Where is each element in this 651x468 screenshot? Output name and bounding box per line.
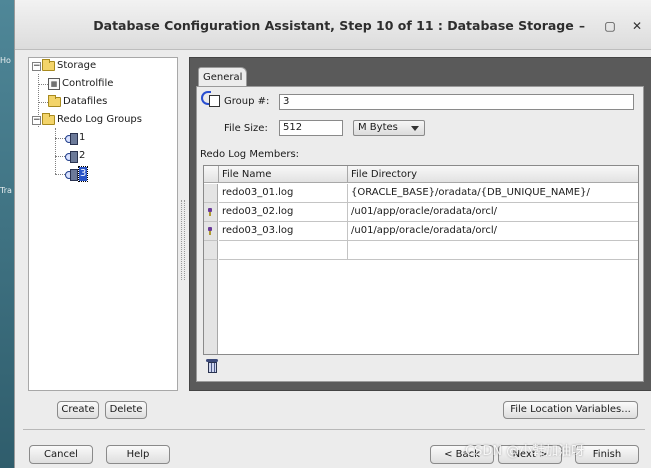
file-location-variables-button[interactable]: File Location Variables...: [503, 401, 638, 419]
column-header-file-directory[interactable]: File Directory: [348, 166, 638, 183]
desktop-label-trash: Tra: [0, 186, 12, 195]
tree-connector: [55, 138, 65, 139]
collapse-icon[interactable]: −: [32, 61, 41, 71]
tree-node-label: Storage: [57, 60, 97, 71]
chevron-down-icon: [411, 126, 419, 131]
pin-icon: [207, 208, 213, 216]
table-cell-file-name[interactable]: redo03_01.log: [219, 184, 348, 203]
chevron-left-icon: <: [444, 449, 456, 460]
desktop-label-home: Ho: [0, 56, 11, 65]
tree-node-label: Redo Log Groups: [57, 114, 142, 125]
row-header-column: [204, 260, 218, 354]
tree-connector: [55, 156, 65, 157]
file-size-field[interactable]: 512: [279, 120, 343, 136]
desktop-background: Ho Tra: [0, 0, 14, 468]
panel-splitter[interactable]: [181, 200, 185, 280]
dbca-window: Database Configuration Assistant, Step 1…: [14, 0, 651, 468]
storage-tree: − Storage ▦ Controlfile Datafiles − Redo…: [28, 57, 178, 391]
title-bar[interactable]: Database Configuration Assistant, Step 1…: [15, 0, 651, 50]
collapse-icon[interactable]: −: [32, 115, 41, 125]
table-cell-file-name[interactable]: redo03_03.log: [219, 222, 348, 241]
group-number-label: Group #:: [224, 96, 270, 107]
table-cell-file-directory[interactable]: {ORACLE_BASE}/oradata/{DB_UNIQUE_NAME}/: [348, 184, 638, 203]
table-cell-file-directory[interactable]: /u01/app/oracle/oradata/orcl/: [348, 203, 638, 222]
file-size-unit-select[interactable]: M Bytes: [353, 120, 425, 136]
row-header[interactable]: [204, 184, 218, 203]
watermark-text: CSDN @小韩加油呀: [465, 444, 585, 459]
tree-connector: [55, 128, 56, 174]
group-number-field[interactable]: 3: [279, 94, 634, 110]
folder-icon: [42, 113, 55, 125]
tree-node-datafiles[interactable]: Datafiles: [48, 95, 107, 109]
tree-node-label-selected: 3: [77, 166, 89, 182]
minimize-icon[interactable]: –: [575, 19, 589, 33]
tree-node-label: 1: [79, 132, 86, 143]
cancel-button[interactable]: Cancel: [29, 445, 93, 464]
row-header[interactable]: [204, 222, 218, 241]
table-cell-file-name[interactable]: redo03_02.log: [219, 203, 348, 222]
window-title: Database Configuration Assistant, Step 1…: [93, 18, 574, 33]
tree-connector: [55, 174, 65, 175]
redo-log-icon: [65, 168, 78, 181]
table-cell-file-directory[interactable]: /u01/app/oracle/oradata/orcl/: [348, 222, 638, 241]
tree-node-label: 2: [79, 150, 86, 161]
create-button[interactable]: Create: [57, 401, 99, 419]
tree-node-group-1[interactable]: 1: [65, 131, 85, 145]
redo-log-icon: [65, 132, 78, 145]
folder-icon: [48, 95, 61, 107]
tree-node-redo-log-groups[interactable]: − Redo Log Groups: [32, 113, 142, 127]
tree-connector: [38, 84, 48, 85]
redo-group-icon: [201, 91, 221, 109]
tab-general[interactable]: General: [198, 67, 247, 87]
tree-node-label: Controlfile: [62, 78, 114, 89]
help-button[interactable]: Help: [106, 445, 170, 464]
table-cell-empty[interactable]: [219, 241, 348, 260]
finish-button[interactable]: Finish: [575, 445, 639, 464]
close-icon[interactable]: ✕: [630, 19, 644, 33]
tree-node-group-2[interactable]: 2: [65, 149, 85, 163]
table-corner: [204, 166, 219, 183]
file-size-label: File Size:: [224, 123, 268, 134]
tree-node-label: Datafiles: [63, 96, 108, 107]
folder-icon: [42, 59, 55, 71]
trash-icon[interactable]: [206, 359, 218, 373]
separator: [23, 429, 645, 430]
tree-connector: [38, 102, 48, 103]
maximize-icon[interactable]: ▢: [603, 19, 617, 33]
redo-log-members-table: File Name File Directory redo03_01.log {…: [203, 165, 639, 355]
general-tab-content: Group #: 3 File Size: 512 M Bytes Redo L…: [196, 86, 644, 382]
tree-node-controlfile[interactable]: ▦ Controlfile: [48, 77, 113, 91]
controlfile-icon: ▦: [48, 78, 60, 90]
redo-log-members-label: Redo Log Members:: [200, 149, 300, 160]
column-header-file-name[interactable]: File Name: [219, 166, 348, 183]
row-header[interactable]: [204, 241, 218, 260]
tree-node-group-3[interactable]: 3: [65, 166, 89, 182]
tree-node-storage[interactable]: − Storage: [32, 59, 96, 73]
detail-panel: General Group #: 3 File Size: 512 M Byte…: [189, 57, 651, 391]
row-header[interactable]: [204, 203, 218, 222]
unit-select-value: M Bytes: [358, 122, 398, 133]
table-cell-empty[interactable]: [348, 241, 638, 260]
pin-icon: [207, 227, 213, 235]
redo-log-icon: [65, 150, 78, 163]
delete-button[interactable]: Delete: [105, 401, 147, 419]
